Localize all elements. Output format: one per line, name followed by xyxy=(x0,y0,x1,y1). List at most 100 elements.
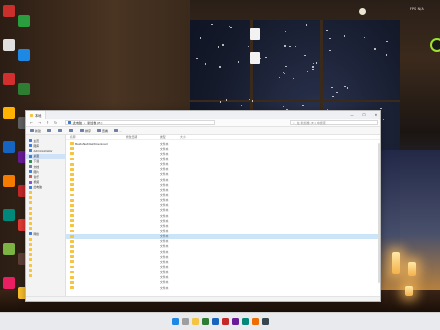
nav-item-icon xyxy=(29,185,32,189)
refresh-icon[interactable]: ↻ xyxy=(53,121,58,125)
taskbar-app-icon[interactable] xyxy=(252,318,259,325)
desktop-shortcut-icon[interactable] xyxy=(3,175,15,187)
taskbar-app-icon[interactable] xyxy=(222,318,229,325)
snowflake xyxy=(374,48,376,50)
overlay-badge-icon[interactable] xyxy=(359,8,366,15)
address-input[interactable]: 此电脑 › 新加卷 (E:) xyxy=(65,119,215,126)
file-type: 文件夹 xyxy=(160,218,169,223)
snowflake xyxy=(294,45,297,47)
close-button[interactable]: ✕ xyxy=(370,111,380,119)
nav-item-icon xyxy=(29,190,32,194)
taskbar-app-icon[interactable] xyxy=(242,318,249,325)
toolbar-button[interactable]: 新建 xyxy=(30,129,41,133)
nav-item-label: 下载 xyxy=(33,159,40,164)
maximize-button[interactable]: ☐ xyxy=(358,111,370,119)
forward-arrow-icon[interactable]: → xyxy=(37,121,42,125)
taskbar-app-icon[interactable] xyxy=(212,318,219,325)
folder-icon xyxy=(70,157,74,161)
toolbar-icon xyxy=(114,128,118,133)
folder-icon xyxy=(70,265,74,269)
file-row[interactable]: 文件夹 xyxy=(66,285,380,290)
file-explorer-window[interactable]: 本地 — ☐ ✕ ← → ↑ ↻ 此电脑 › 新加卷 (E:) ⌕ 在 新加卷 … xyxy=(25,110,381,302)
nav-item-icon xyxy=(29,227,32,231)
computer-icon xyxy=(68,121,71,124)
taskbar-app-icon[interactable] xyxy=(232,318,239,325)
toolbar-button[interactable]: ··· xyxy=(114,129,122,133)
folder-icon xyxy=(70,188,74,192)
folder-icon xyxy=(70,229,74,233)
back-arrow-icon[interactable]: ← xyxy=(29,121,34,125)
column-type[interactable]: 类型 xyxy=(160,135,180,139)
toolbar-button[interactable]: 排序 xyxy=(80,129,91,133)
search-input[interactable]: ⌕ 在 新加卷 (E:) 中搜索 xyxy=(290,119,378,126)
file-type: 文件夹 xyxy=(160,177,169,182)
window-controls: — ☐ ✕ xyxy=(346,111,380,119)
snowflake xyxy=(332,95,334,98)
taskbar-search-icon[interactable] xyxy=(182,318,189,325)
desktop-shortcut-icon[interactable] xyxy=(18,83,30,95)
snowflake xyxy=(363,36,366,38)
minimize-button[interactable]: — xyxy=(346,111,358,119)
toolbar-button[interactable] xyxy=(47,128,52,133)
explorer-tab[interactable]: 本地 xyxy=(26,111,47,119)
nav-item-label: 网络 xyxy=(33,231,40,236)
column-size[interactable]: 大小 xyxy=(180,135,200,139)
folder-icon xyxy=(70,286,74,289)
folder-icon xyxy=(70,255,74,259)
snowflake xyxy=(222,44,224,46)
nav-item-label: 主页 xyxy=(33,138,40,143)
nav-item-icon xyxy=(29,263,32,267)
desktop-file-icon[interactable] xyxy=(250,28,260,40)
desktop-shortcut-icon[interactable] xyxy=(3,39,15,51)
file-type: 文件夹 xyxy=(160,208,169,213)
file-type: 文件夹 xyxy=(160,275,169,280)
nav-item-label: 视频 xyxy=(33,180,40,185)
toolbar-label: 查看 xyxy=(102,128,109,133)
desktop-shortcut-icon[interactable] xyxy=(18,49,30,61)
desktop-shortcut-icon[interactable] xyxy=(18,15,30,27)
navigation-pane: 主页 图库 Administrator 桌面 下载 文档 图片 音乐 视频 此电脑 网络 xyxy=(26,135,66,301)
toolbar-button[interactable]: 查看 xyxy=(97,129,108,133)
taskbar-app-icon[interactable] xyxy=(262,318,269,325)
toolbar-icon xyxy=(80,128,84,133)
nav-item-icon xyxy=(29,253,32,257)
nav-item-icon xyxy=(29,211,32,215)
breadcrumb-segment[interactable]: 新加卷 (E:) xyxy=(87,121,102,125)
snowflake xyxy=(204,63,206,65)
taskbar-app-icon[interactable] xyxy=(192,318,199,325)
toolbar-button[interactable] xyxy=(58,128,63,133)
taskbar-app-icon[interactable] xyxy=(202,318,209,325)
file-type: 文件夹 xyxy=(160,244,169,249)
nav-item-icon xyxy=(29,216,32,220)
file-name-cell xyxy=(66,157,126,161)
nav-item-icon xyxy=(29,175,32,179)
desktop-shortcut-icon[interactable] xyxy=(3,141,15,153)
floating-widget-icon[interactable] xyxy=(430,38,440,52)
desktop-shortcut-icon[interactable] xyxy=(3,5,15,17)
title-bar[interactable]: 本地 — ☐ ✕ xyxy=(26,111,380,119)
desktop-shortcut-icon[interactable] xyxy=(3,107,15,119)
desktop-shortcut-icon[interactable] xyxy=(3,73,15,85)
desktop-shortcut-icon[interactable] xyxy=(3,277,15,289)
file-type: 文件夹 xyxy=(160,146,169,151)
snowflake xyxy=(282,71,285,73)
snowflake xyxy=(331,86,333,89)
nav-item[interactable] xyxy=(26,273,65,278)
column-name[interactable]: 名称 xyxy=(66,135,126,139)
folder-icon xyxy=(70,239,74,243)
toolbar-icon xyxy=(58,128,62,133)
breadcrumb-segment[interactable]: 此电脑 xyxy=(73,121,82,125)
nav-item-icon xyxy=(29,159,32,163)
nav-item-icon xyxy=(29,222,32,226)
toolbar-button[interactable] xyxy=(69,128,74,133)
nav-item-icon xyxy=(29,144,32,148)
desktop-shortcut-icon[interactable] xyxy=(3,243,15,255)
column-date[interactable]: 修改日期 xyxy=(126,135,160,139)
taskbar-start-icon[interactable] xyxy=(172,318,179,325)
desktop-file-icon[interactable] xyxy=(250,52,260,64)
nav-item-icon xyxy=(29,268,32,272)
vertical-scrollbar[interactable] xyxy=(378,143,380,283)
desktop-shortcut-icon[interactable] xyxy=(3,209,15,221)
up-arrow-icon[interactable]: ↑ xyxy=(45,121,50,125)
folder-icon xyxy=(70,234,74,238)
